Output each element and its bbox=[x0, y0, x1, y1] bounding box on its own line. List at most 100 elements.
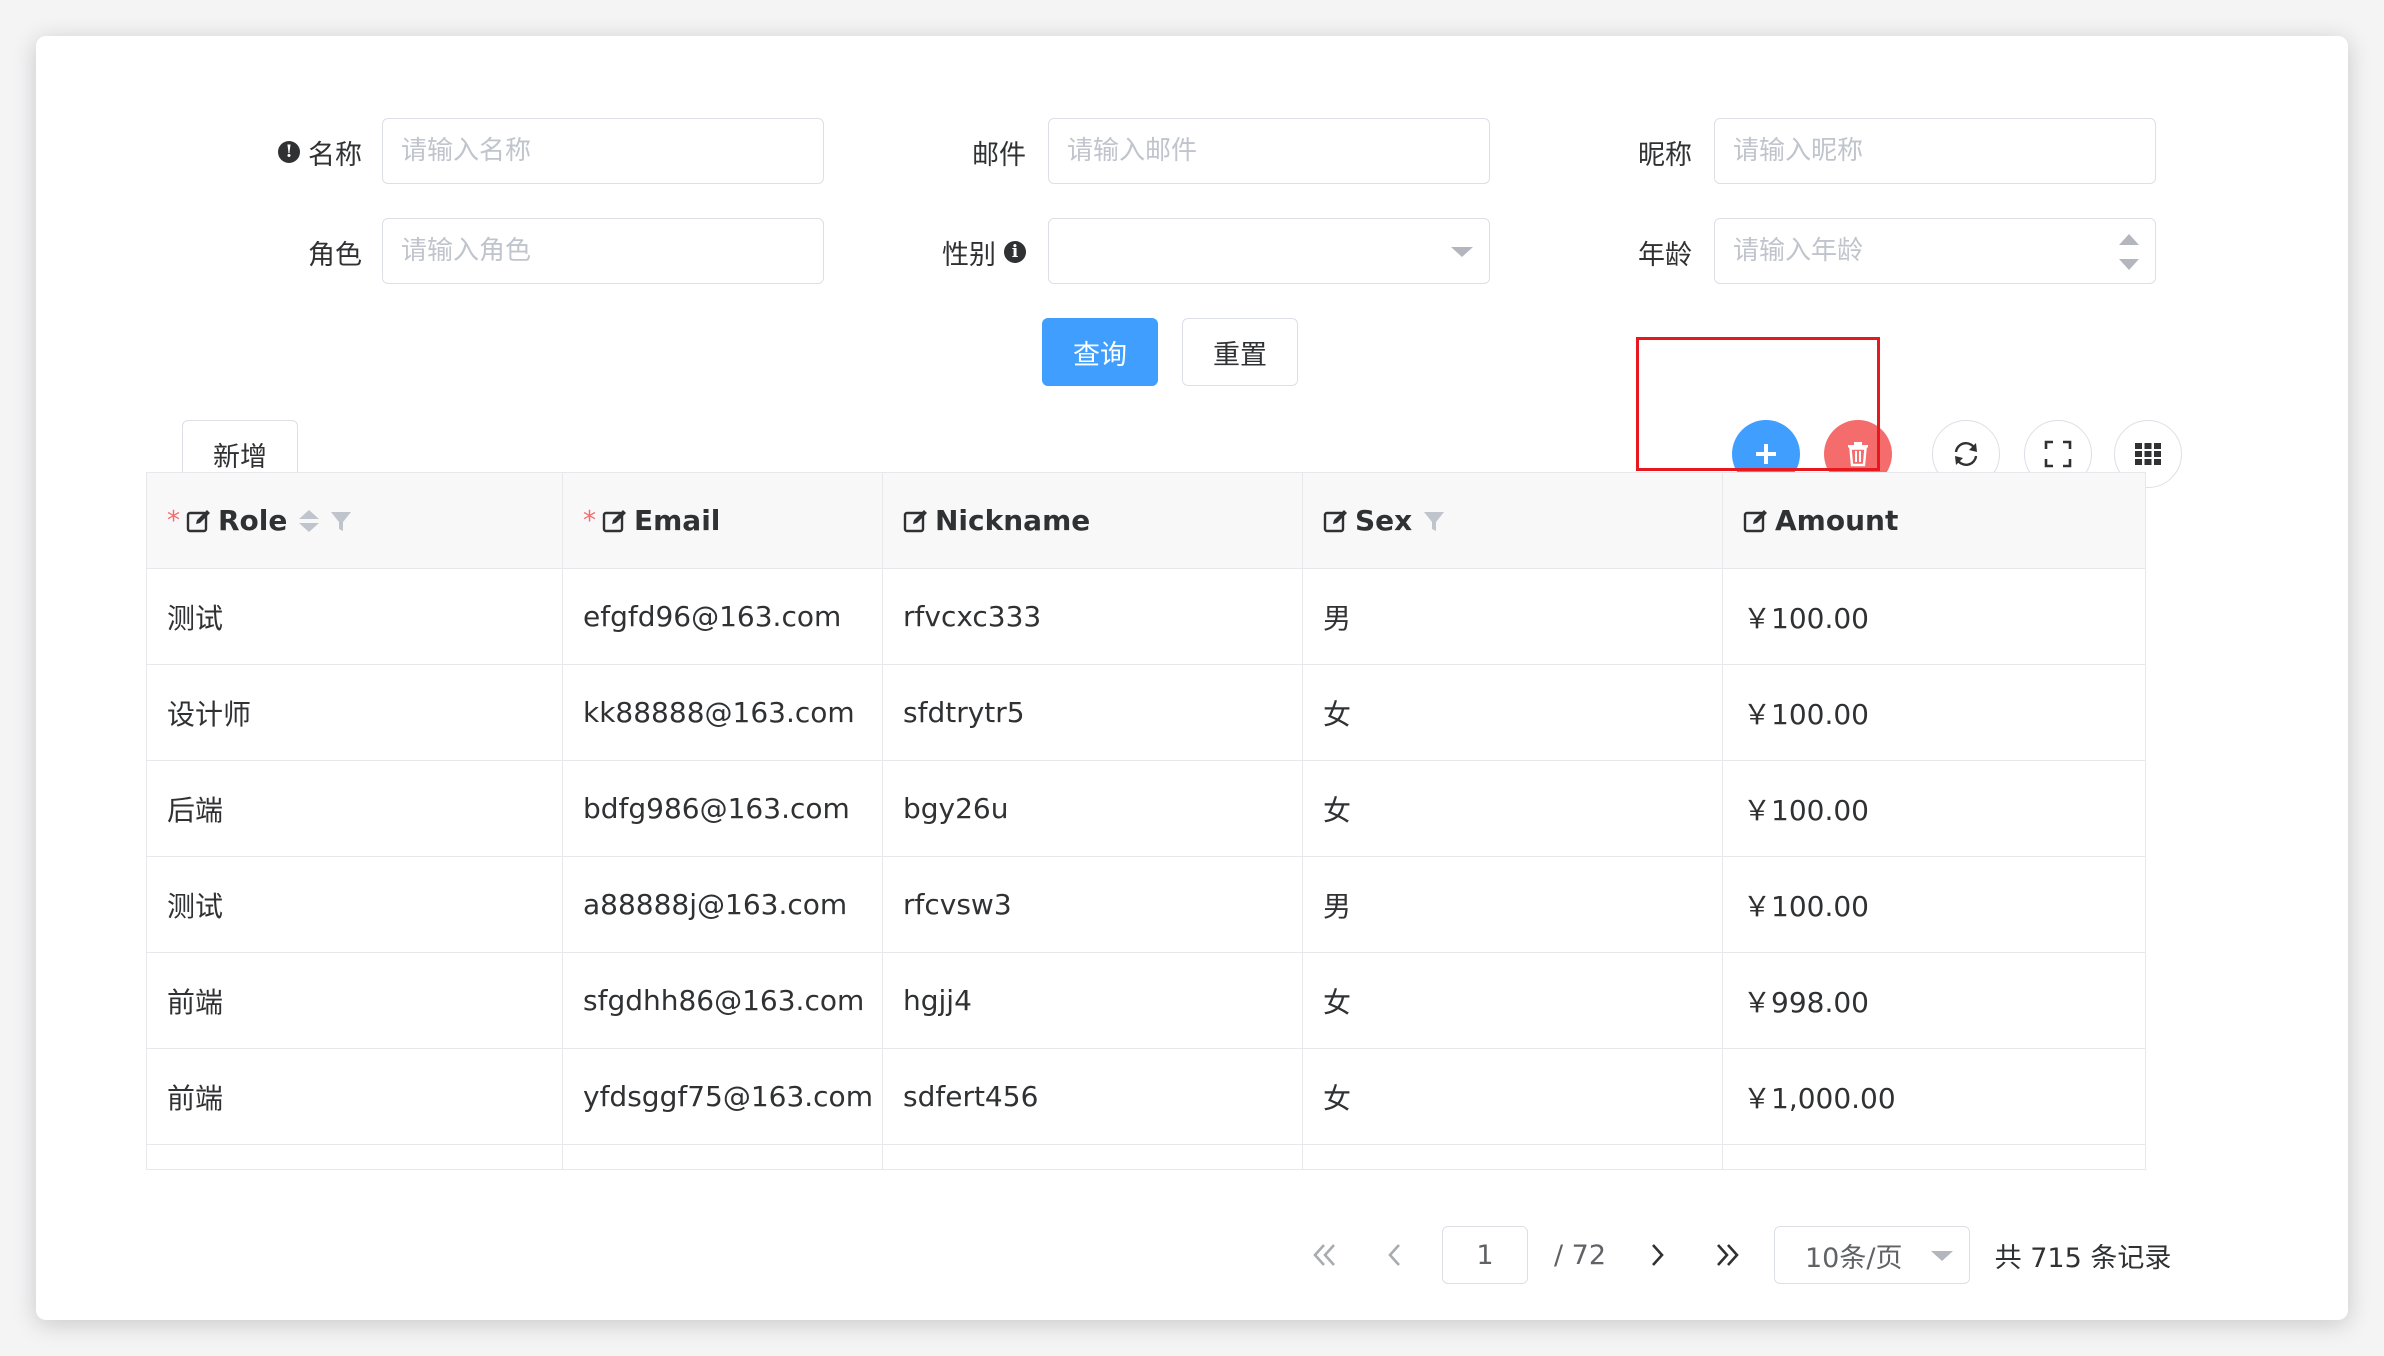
cell-empty bbox=[1303, 1145, 1723, 1169]
table-row[interactable]: 前端 yfdsggf75@163.com sdfert456 女 ￥1,000.… bbox=[147, 1049, 2145, 1145]
cell-role[interactable]: 前端 bbox=[147, 1049, 563, 1144]
page-number-input[interactable]: 1 bbox=[1442, 1226, 1528, 1284]
table-header: * Role * Email Nickname Sex Amount bbox=[147, 473, 2145, 569]
data-table: * Role * Email Nickname Sex Amount 测试 ef… bbox=[146, 472, 2146, 1170]
email-input[interactable] bbox=[1049, 119, 1489, 183]
page-size-text: 10条/页 bbox=[1805, 1242, 1903, 1274]
nickname-input[interactable] bbox=[1715, 119, 2155, 183]
cell-sex[interactable]: 男 bbox=[1303, 569, 1723, 664]
spinner-down-icon[interactable] bbox=[2119, 259, 2139, 270]
cell-sex[interactable]: 女 bbox=[1303, 1049, 1723, 1144]
cell-email[interactable]: efgfd96@163.com bbox=[563, 569, 883, 664]
cell-sex[interactable]: 女 bbox=[1303, 953, 1723, 1048]
name-input[interactable] bbox=[383, 119, 823, 183]
cell-sex[interactable]: 女 bbox=[1303, 665, 1723, 760]
query-button[interactable]: 查询 bbox=[1042, 318, 1158, 386]
edit-icon bbox=[1743, 508, 1769, 534]
cell-email[interactable]: sfgdhh86@163.com bbox=[563, 953, 883, 1048]
cell-nickname[interactable]: rfvcxc333 bbox=[883, 569, 1303, 664]
table-row[interactable]: 测试 efgfd96@163.com rfvcxc333 男 ￥100.00 bbox=[147, 569, 2145, 665]
column-header-amount[interactable]: Amount bbox=[1723, 473, 2145, 568]
info-icon: i bbox=[1004, 241, 1026, 263]
double-left-icon bbox=[1313, 1244, 1335, 1266]
column-header-sex[interactable]: Sex bbox=[1303, 473, 1723, 568]
grid-icon bbox=[2135, 443, 2161, 465]
cell-nickname[interactable]: bgy26u bbox=[883, 761, 1303, 856]
last-page-button[interactable] bbox=[1702, 1226, 1752, 1284]
cell-amount[interactable]: ￥998.00 bbox=[1723, 953, 2145, 1048]
column-title: Sex bbox=[1355, 504, 1413, 537]
left-icon bbox=[1388, 1244, 1400, 1266]
fullscreen-icon bbox=[2044, 440, 2072, 468]
role-label: 角色 bbox=[250, 218, 362, 286]
cell-email[interactable]: kk88888@163.com bbox=[563, 665, 883, 760]
prev-page-button[interactable] bbox=[1370, 1226, 1420, 1284]
age-input[interactable] bbox=[1715, 219, 2155, 283]
caret-down-icon bbox=[1451, 247, 1473, 257]
cell-nickname[interactable]: rfcvsw3 bbox=[883, 857, 1303, 952]
column-title: Amount bbox=[1775, 504, 1899, 537]
role-input[interactable] bbox=[383, 219, 823, 283]
sex-select-input[interactable] bbox=[1049, 219, 1489, 283]
age-label-text: 年龄 bbox=[1638, 239, 1692, 271]
first-page-button[interactable] bbox=[1300, 1226, 1350, 1284]
cell-role[interactable]: 测试 bbox=[147, 569, 563, 664]
column-header-email[interactable]: * Email bbox=[563, 473, 883, 568]
cell-sex[interactable]: 男 bbox=[1303, 857, 1723, 952]
reset-button[interactable]: 重置 bbox=[1182, 318, 1298, 386]
edit-icon bbox=[903, 508, 929, 534]
table-row[interactable]: 后端 bdfg986@163.com bgy26u 女 ￥100.00 bbox=[147, 761, 2145, 857]
cell-amount[interactable]: ￥100.00 bbox=[1723, 761, 2145, 856]
edit-icon bbox=[1323, 508, 1349, 534]
cell-role[interactable]: 设计师 bbox=[147, 665, 563, 760]
cell-role[interactable]: 前端 bbox=[147, 953, 563, 1048]
total-records: 共 715 条记录 bbox=[1988, 1226, 2178, 1284]
cell-amount[interactable]: ￥100.00 bbox=[1723, 665, 2145, 760]
edit-icon bbox=[186, 508, 212, 534]
table-row[interactable]: 测试 a88888j@163.com rfcvsw3 男 ￥100.00 bbox=[147, 857, 2145, 953]
cell-sex[interactable]: 女 bbox=[1303, 761, 1723, 856]
cell-empty bbox=[883, 1145, 1303, 1169]
cell-amount[interactable]: ￥100.00 bbox=[1723, 857, 2145, 952]
table-row[interactable]: 前端 sfgdhh86@163.com hgjj4 女 ￥998.00 bbox=[147, 953, 2145, 1049]
cell-email[interactable]: bdfg986@163.com bbox=[563, 761, 883, 856]
email-label: 邮件 bbox=[914, 118, 1026, 186]
cell-amount[interactable]: ￥1,000.00 bbox=[1723, 1049, 2145, 1144]
column-header-role[interactable]: * Role bbox=[147, 473, 563, 568]
column-title: Role bbox=[218, 504, 288, 537]
sort-icon[interactable] bbox=[299, 509, 320, 532]
cell-nickname[interactable]: sdfert456 bbox=[883, 1049, 1303, 1144]
cell-amount[interactable]: ￥100.00 bbox=[1723, 569, 2145, 664]
filter-icon[interactable] bbox=[329, 509, 353, 533]
cell-nickname[interactable]: sfdtrytr5 bbox=[883, 665, 1303, 760]
required-mark: * bbox=[583, 505, 596, 536]
email-label-text: 邮件 bbox=[972, 139, 1026, 171]
refresh-icon bbox=[1954, 442, 1978, 466]
cell-role[interactable]: 测试 bbox=[147, 857, 563, 952]
page-size-select[interactable]: 10条/页 bbox=[1774, 1226, 1970, 1284]
column-title: Email bbox=[634, 504, 721, 537]
role-input-box bbox=[382, 218, 824, 284]
highlight-box bbox=[1636, 337, 1880, 471]
nickname-input-box bbox=[1714, 118, 2156, 184]
age-input-box bbox=[1714, 218, 2156, 284]
total-pages-text: / 72 bbox=[1553, 1239, 1607, 1271]
sex-label: 性别 i bbox=[900, 218, 1026, 286]
email-input-box bbox=[1048, 118, 1490, 184]
cell-email[interactable]: yfdsggf75@163.com bbox=[563, 1049, 883, 1144]
sex-select[interactable] bbox=[1048, 218, 1490, 284]
age-label: 年龄 bbox=[1580, 218, 1692, 286]
spinner-up-icon[interactable] bbox=[2119, 234, 2139, 245]
next-page-button[interactable] bbox=[1632, 1226, 1682, 1284]
total-records-text: 共 715 条记录 bbox=[1994, 1242, 2172, 1274]
cell-empty bbox=[563, 1145, 883, 1169]
cell-role[interactable]: 后端 bbox=[147, 761, 563, 856]
current-page: 1 bbox=[1476, 1239, 1494, 1271]
cell-empty bbox=[1723, 1145, 2145, 1169]
cell-email[interactable]: a88888j@163.com bbox=[563, 857, 883, 952]
filter-icon[interactable] bbox=[1422, 509, 1446, 533]
column-header-nickname[interactable]: Nickname bbox=[883, 473, 1303, 568]
cell-nickname[interactable]: hgjj4 bbox=[883, 953, 1303, 1048]
cell-empty bbox=[147, 1145, 563, 1169]
table-row[interactable]: 设计师 kk88888@163.com sfdtrytr5 女 ￥100.00 bbox=[147, 665, 2145, 761]
